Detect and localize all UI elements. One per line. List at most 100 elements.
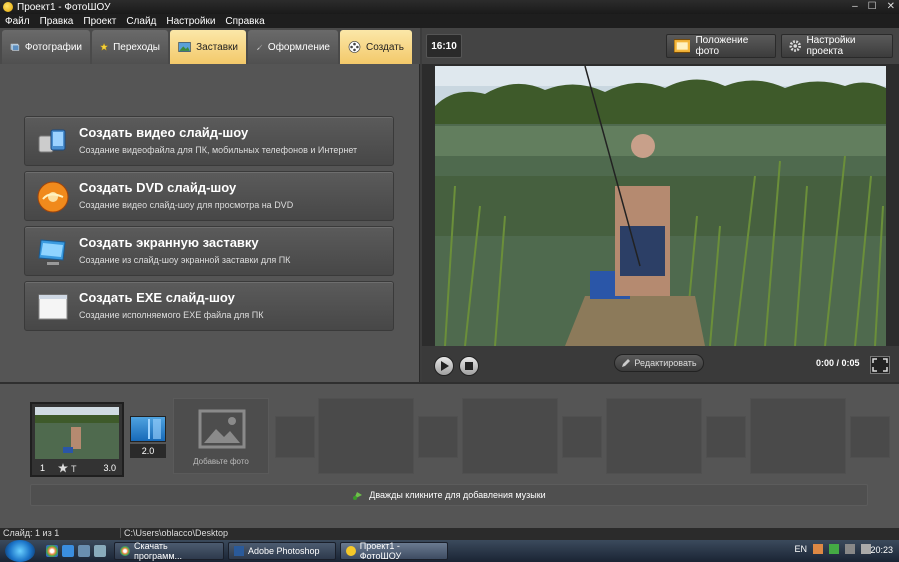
tab-transitions[interactable]: Переходы (92, 30, 168, 64)
photoshop-icon (234, 546, 244, 556)
menu-bar: Файл Правка Проект Слайд Настройки Справ… (0, 14, 899, 28)
tab-photos[interactable]: Фотографии (2, 30, 90, 64)
music-track[interactable]: Дважды кликните для добавления музыки (30, 484, 868, 506)
create-video-subtitle: Создание видеофайла для ПК, мобильных те… (79, 145, 358, 155)
menu-settings[interactable]: Настройки (161, 16, 220, 27)
main-tabs: Фотографии Переходы Заставки Оформление … (0, 28, 420, 64)
tab-transitions-label: Переходы (113, 41, 160, 53)
add-image-icon (198, 409, 246, 449)
create-video-option[interactable]: Создать видео слайд-шоу Создание видеофа… (24, 116, 394, 166)
create-exe-option[interactable]: Создать EXE слайд-шоу Создание исполняем… (24, 281, 394, 331)
empty-slot (606, 398, 702, 474)
aspect-ratio-button[interactable]: 16:10 (426, 34, 462, 58)
system-tray: EN (794, 544, 871, 554)
menu-slide[interactable]: Слайд (121, 16, 161, 27)
close-button[interactable]: ✕ (887, 1, 895, 12)
slide-star-text-icons: T (58, 463, 77, 473)
star-icon (100, 42, 109, 51)
stop-button[interactable] (459, 356, 479, 376)
play-icon (441, 361, 449, 371)
dvd-icon (37, 181, 69, 213)
taskbar-item-fotoshow-label: Проект1 - ФотоШОУ (359, 541, 402, 561)
music-icon (353, 492, 363, 500)
status-path: C:\Users\oblacco\Desktop (120, 528, 228, 538)
add-photo-placeholder[interactable]: Добавьте фото (173, 398, 269, 474)
player-controls: Редактировать 0:00 / 0:05 (422, 346, 899, 382)
transition-icon (148, 419, 161, 439)
svg-text:T: T (71, 464, 77, 473)
gear-icon (789, 40, 801, 52)
playback-time: 0:00 / 0:05 (816, 358, 860, 368)
pencil-icon (622, 359, 631, 367)
empty-slot (275, 416, 315, 458)
tab-screensavers[interactable]: Заставки (170, 30, 246, 64)
create-screensaver-option[interactable]: Создать экранную заставку Создание из сл… (24, 226, 394, 276)
taskbar-item-photoshop-label: Adobe Photoshop (248, 546, 320, 556)
menu-file[interactable]: Файл (0, 16, 35, 27)
minimize-button[interactable]: – (852, 1, 858, 12)
fotoshow-icon (346, 546, 356, 556)
tray-icon[interactable] (829, 544, 839, 554)
music-hint: Дважды кликните для добавления музыки (369, 490, 546, 500)
window-controls: – ☐ ✕ (852, 1, 895, 12)
monitor-icon (38, 239, 66, 265)
project-settings-button[interactable]: Настройки проекта (781, 34, 893, 58)
network-icon[interactable] (845, 544, 855, 554)
empty-slot (706, 416, 746, 458)
photo-position-button[interactable]: Положение фото (666, 34, 776, 58)
taskbar: Скачать программ... Adobe Photoshop Прое… (0, 540, 899, 562)
window-title: Проект1 - ФотоШОУ (17, 1, 111, 13)
brush-icon (257, 44, 263, 51)
create-panel: Создать видео слайд-шоу Создание видеофа… (0, 64, 420, 382)
tab-design-label: Оформление (267, 41, 330, 53)
tray-icon[interactable] (813, 544, 823, 554)
empty-slot (462, 398, 558, 474)
edit-button[interactable]: Редактировать (614, 354, 704, 372)
start-button[interactable] (5, 540, 35, 562)
project-settings-label: Настройки проекта (806, 35, 856, 57)
language-indicator[interactable]: EN (794, 544, 807, 554)
taskbar-item-fotoshow[interactable]: Проект1 - ФотоШОУ (340, 541, 448, 561)
quicklaunch-icon[interactable] (94, 545, 106, 557)
image-icon (178, 42, 191, 52)
app-icon (3, 2, 13, 12)
fullscreen-button[interactable] (870, 356, 890, 374)
empty-slot (418, 416, 458, 458)
create-exe-title: Создать EXE слайд-шоу (79, 290, 235, 305)
stop-icon (465, 362, 473, 370)
desktop-quicklaunch-icon[interactable] (78, 545, 90, 557)
preview-area (422, 64, 899, 346)
photo-position-label: Положение фото (695, 35, 749, 57)
taskbar-item-browser[interactable]: Скачать программ... (114, 541, 224, 561)
slide-number: 1 (40, 463, 46, 473)
tab-design[interactable]: Оформление (248, 30, 338, 64)
menu-project[interactable]: Проект (78, 16, 121, 27)
taskbar-item-browser-label: Скачать программ... (133, 541, 183, 561)
slide-thumbnail[interactable]: 1 T 3.0 (30, 402, 124, 477)
clock[interactable]: 20:23 (870, 545, 893, 555)
transition-duration: 2.0 (130, 444, 166, 458)
create-screensaver-title: Создать экранную заставку (79, 235, 259, 250)
menu-edit[interactable]: Правка (35, 16, 79, 27)
transition-thumbnail[interactable] (130, 416, 166, 442)
photo-position-icon (674, 39, 691, 53)
timeline: 1 T 3.0 2.0 Добавьте фото Дважды кликнит… (0, 382, 899, 528)
fullscreen-icon (872, 358, 888, 372)
create-dvd-option[interactable]: Создать DVD слайд-шоу Создание видео сла… (24, 171, 394, 221)
empty-slot (318, 398, 414, 474)
maximize-button[interactable]: ☐ (868, 1, 877, 12)
exe-window-icon (38, 294, 68, 320)
tab-create-label: Создать (365, 41, 404, 53)
ie-quicklaunch-icon[interactable] (62, 545, 74, 557)
tab-screensavers-label: Заставки (196, 41, 238, 53)
chrome-icon (120, 546, 130, 556)
play-button[interactable] (434, 356, 454, 376)
empty-slot (750, 398, 846, 474)
taskbar-item-photoshop[interactable]: Adobe Photoshop (228, 542, 336, 560)
video-device-icon (38, 129, 66, 153)
create-screensaver-subtitle: Создание из слайд-шоу экранной заставки … (79, 255, 291, 265)
chrome-quicklaunch-icon[interactable] (46, 545, 58, 557)
create-dvd-subtitle: Создание видео слайд-шоу для просмотра н… (79, 200, 294, 210)
menu-help[interactable]: Справка (220, 16, 269, 27)
tab-create[interactable]: Создать (340, 30, 412, 64)
